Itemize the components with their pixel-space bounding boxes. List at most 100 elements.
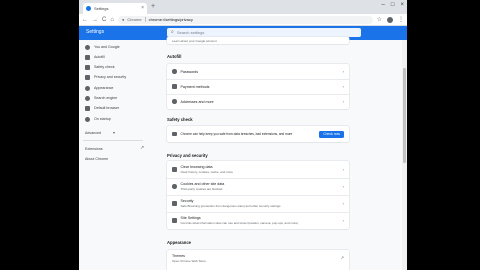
- row-subtitle: Learn about your Google account: [172, 38, 217, 43]
- section-title-autofill: Autofill: [167, 54, 182, 59]
- settings-row[interactable]: Learn about your Google account: [167, 37, 349, 43]
- settings-main: Learn about your Google account Autofill…: [167, 37, 361, 270]
- row-cookies[interactable]: Cookies and other site data Third-party …: [167, 178, 349, 195]
- shield-icon: [172, 131, 177, 137]
- forward-icon[interactable]: →: [92, 17, 98, 23]
- safety-check-card: Chrome can help keep you safe from data …: [167, 126, 349, 142]
- privacy-card: Clear browsing data Clear history, cooki…: [167, 161, 349, 229]
- sidebar-item-safety-check[interactable]: Safety check: [85, 64, 115, 70]
- back-icon[interactable]: ←: [82, 17, 88, 23]
- row-site-settings[interactable]: Site Settings Controls what information …: [167, 212, 349, 229]
- palette-icon: [85, 85, 90, 91]
- search-icon: [85, 95, 90, 101]
- check-now-button[interactable]: Check now: [319, 130, 344, 138]
- row-subtitle: Third-party cookies are blocked: [180, 187, 223, 191]
- row-subtitle: Controls what information sites can use …: [180, 221, 299, 225]
- open-in-new-icon[interactable]: ↗: [140, 146, 144, 151]
- page-scrollbar[interactable]: [402, 40, 407, 270]
- chevron-right-icon: ›: [342, 217, 344, 223]
- url-text: chrome://settings/privacy: [148, 17, 193, 22]
- sidebar-item-search-engine[interactable]: Search engine: [85, 95, 117, 101]
- row-addresses[interactable]: Addresses and more ›: [167, 94, 349, 109]
- chrome-info-icon[interactable]: ●: [122, 17, 124, 22]
- autofill-icon: [85, 54, 90, 60]
- tab-title: Settings: [94, 6, 109, 11]
- row-label: Security: [180, 199, 194, 203]
- window-controls: – □ ×: [382, 2, 404, 8]
- row-passwords[interactable]: Passwords ›: [167, 64, 349, 79]
- shield-icon: [85, 64, 90, 70]
- maximize-icon[interactable]: □: [391, 2, 395, 8]
- settings-favicon-icon: [86, 6, 91, 11]
- sidebar-item-autofill[interactable]: Autofill: [85, 54, 105, 60]
- menu-icon[interactable]: ⋮: [398, 17, 404, 23]
- letterbox-right: [407, 0, 480, 270]
- you-and-google-card: Learn about your Google account: [167, 37, 349, 44]
- close-window-icon[interactable]: ×: [400, 2, 404, 8]
- chevron-right-icon: ›: [342, 83, 344, 89]
- sidebar-item-label: Default browser: [94, 106, 120, 110]
- cookie-icon: [172, 184, 177, 189]
- chevron-right-icon: ›: [342, 98, 344, 104]
- profile-avatar-icon[interactable]: [387, 16, 393, 23]
- row-safety-check: Chrome can help keep you safe from data …: [167, 126, 349, 142]
- minimize-icon[interactable]: –: [382, 2, 385, 8]
- appearance-card: Themes Open Chrome Web Store ↗: [167, 250, 349, 270]
- sidebar-divider: [83, 140, 143, 141]
- tab-strip: Settings × + – □ ×: [79, 0, 407, 14]
- open-in-new-icon[interactable]: ↗: [341, 256, 344, 260]
- sidebar-item-extensions[interactable]: Extensions: [85, 146, 103, 152]
- card-icon: [172, 84, 177, 89]
- row-subtitle: Clear history, cookies, cache, and more: [180, 170, 233, 174]
- person-icon: [85, 44, 90, 50]
- address-bar[interactable]: ● Chrome chrome://settings/privacy: [117, 15, 373, 24]
- settings-search[interactable]: ⌕: [167, 28, 361, 37]
- row-label: Passwords: [180, 69, 199, 74]
- scrollbar-thumb[interactable]: [403, 68, 406, 163]
- tab-settings[interactable]: Settings ×: [83, 3, 147, 14]
- row-clear-browsing-data[interactable]: Clear browsing data Clear history, cooki…: [167, 161, 349, 178]
- key-icon: [172, 69, 177, 74]
- sidebar-item-label: You and Google: [94, 45, 120, 49]
- sidebar-item-privacy-and-security[interactable]: Privacy and security: [85, 74, 126, 80]
- row-payment-methods[interactable]: Payment methods ›: [167, 79, 349, 94]
- new-tab-icon[interactable]: +: [151, 3, 155, 10]
- sidebar-item-label: Search engine: [94, 96, 118, 100]
- search-icon: ⌕: [171, 29, 174, 35]
- row-label: Cookies and other site data: [180, 182, 225, 186]
- settings-content: You and Google Autofill Safety check Pri…: [79, 37, 407, 270]
- sidebar-item-you-and-google[interactable]: You and Google: [85, 44, 120, 50]
- location-icon: [172, 99, 177, 104]
- browser-window: Settings × + – □ × ← → C ⌂ ● Chrome chro…: [79, 0, 407, 270]
- sidebar-item-about-chrome[interactable]: About Chrome: [85, 156, 108, 162]
- sidebar-item-default-browser[interactable]: Default browser: [85, 105, 119, 111]
- search-input[interactable]: [176, 28, 337, 37]
- sidebar-item-appearance[interactable]: Appearance: [85, 85, 113, 91]
- home-icon[interactable]: ⌂: [110, 17, 114, 23]
- toolbar-right: ☆ ⋮: [377, 16, 404, 23]
- section-title-safety-check: Safety check: [167, 117, 193, 122]
- chevron-right-icon: ›: [342, 200, 344, 206]
- url-separator: [144, 17, 146, 22]
- sidebar-item-label: About Chrome: [85, 157, 109, 161]
- bookmark-star-icon[interactable]: ☆: [377, 17, 382, 23]
- browser-icon: [85, 105, 90, 111]
- security-shield-icon: [172, 201, 177, 206]
- chevron-right-icon: ›: [342, 166, 344, 172]
- row-label: Themes: [172, 253, 185, 258]
- sidebar-advanced-toggle[interactable]: Advanced ▾: [85, 131, 115, 136]
- letterbox-left: [0, 0, 79, 270]
- privacy-shield-icon: [85, 74, 90, 80]
- row-security[interactable]: Security Safe Browsing (protection from …: [167, 195, 349, 212]
- sidebar-item-label: Privacy and security: [94, 75, 127, 79]
- row-subtitle: Open Chrome Web Store: [172, 258, 206, 263]
- row-label: Payment methods: [180, 84, 210, 89]
- tab-close-icon[interactable]: ×: [141, 6, 144, 11]
- sidebar-item-label: Extensions: [85, 147, 103, 151]
- settings-sidebar: You and Google Autofill Safety check Pri…: [79, 40, 159, 270]
- url-host: Chrome: [127, 17, 142, 22]
- sidebar-item-on-startup[interactable]: On startup: [85, 116, 111, 122]
- row-label: Site Settings: [180, 216, 201, 220]
- reload-icon[interactable]: C: [102, 17, 106, 23]
- row-themes[interactable]: Themes Open Chrome Web Store ↗: [167, 250, 349, 266]
